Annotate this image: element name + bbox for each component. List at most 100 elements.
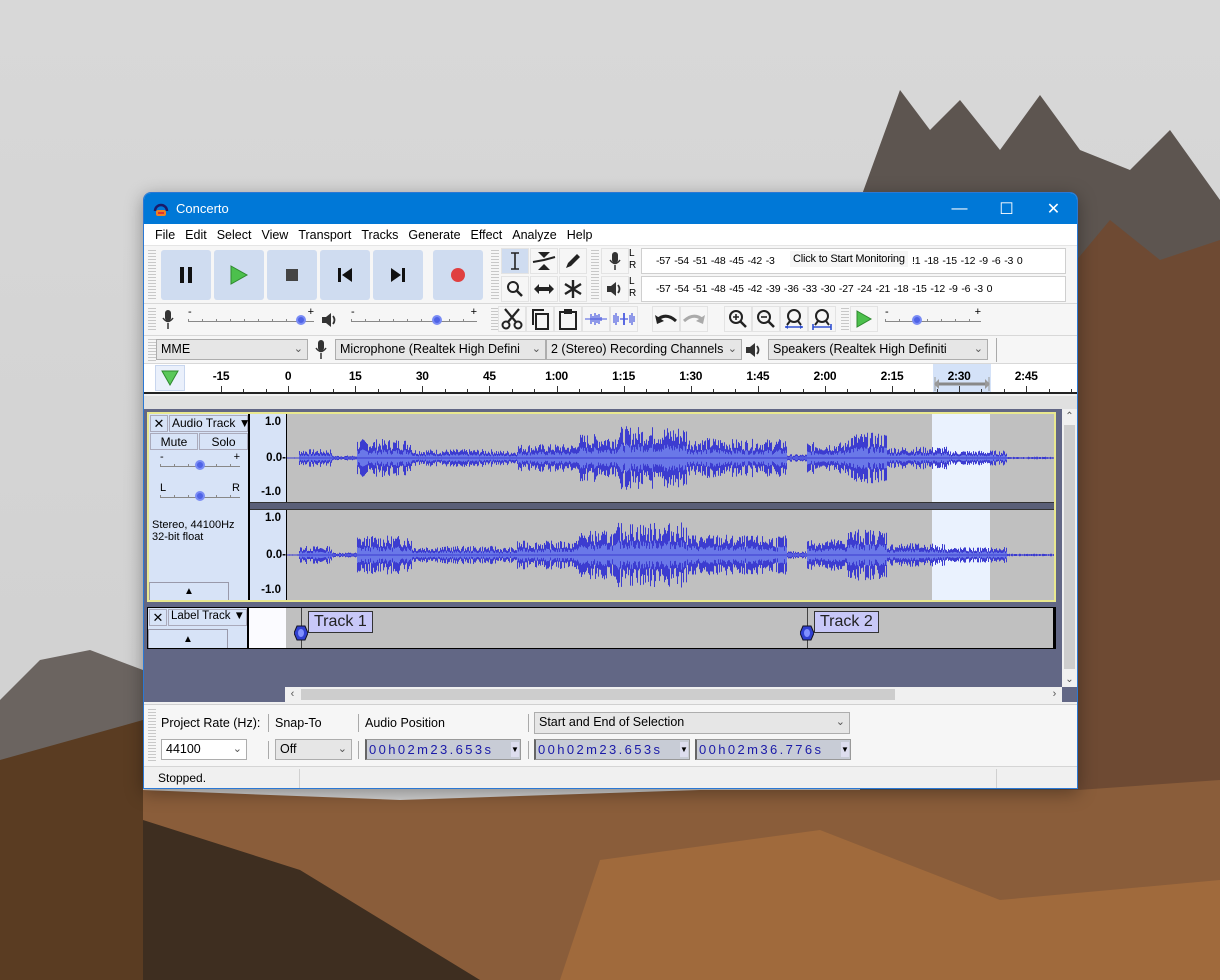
undo-button[interactable] (652, 306, 680, 332)
playback-meter[interactable]: LR -57 -54 -51 -48 -45 -42 -39 -36 -33 -… (629, 276, 1066, 302)
collapse-track-button[interactable]: ▲ (149, 582, 229, 600)
audio-host-select[interactable]: MME ⌄ (156, 339, 308, 360)
format-dropdown-icon[interactable]: ▼ (841, 742, 849, 757)
silence-audio-button[interactable] (610, 306, 638, 332)
selection-tool-button[interactable] (501, 248, 529, 274)
playback-meter-button[interactable] (601, 276, 629, 302)
zoom-in-button[interactable] (724, 306, 752, 332)
scrollbar-thumb[interactable] (1064, 425, 1075, 669)
menu-file[interactable]: File (150, 228, 180, 242)
record-meter-button[interactable] (601, 248, 629, 274)
slider-thumb[interactable] (296, 315, 307, 325)
scrollbar-thumb[interactable] (301, 689, 895, 700)
stop-button[interactable] (267, 250, 317, 300)
slider-thumb[interactable] (911, 315, 922, 325)
menu-effect[interactable]: Effect (466, 228, 508, 242)
envelope-tool-button[interactable] (530, 248, 558, 274)
menu-edit[interactable]: Edit (180, 228, 212, 242)
format-dropdown-icon[interactable]: ▼ (511, 742, 519, 757)
scroll-right-icon[interactable]: › (1047, 687, 1062, 702)
menu-help[interactable]: Help (562, 228, 598, 242)
draw-tool-button[interactable] (559, 248, 587, 274)
project-rate-select[interactable]: 44100 ⌄ (161, 739, 247, 760)
copy-button[interactable] (526, 306, 554, 332)
toolbar-grip[interactable] (148, 250, 156, 300)
playback-device-select[interactable]: Speakers (Realtek High Definiti ⌄ (768, 339, 988, 360)
selection-start-field[interactable]: 00h02m23.653s ▼ (534, 739, 690, 760)
track-menu-button[interactable]: Audio Track ▼ (169, 415, 251, 432)
horizontal-scrollbar[interactable]: ‹ › (285, 687, 1062, 702)
playback-volume-slider[interactable]: - + (351, 306, 477, 326)
record-volume-slider[interactable]: - + (188, 306, 314, 326)
menu-analyze[interactable]: Analyze (507, 228, 561, 242)
menu-select[interactable]: Select (212, 228, 257, 242)
scroll-up-icon[interactable]: ⌃ (1062, 409, 1077, 424)
fit-selection-button[interactable] (780, 306, 808, 332)
zoom-tool-button[interactable] (501, 276, 529, 302)
selection-mode-select[interactable]: Start and End of Selection ⌄ (534, 712, 850, 734)
toolbar-grip[interactable] (148, 308, 156, 332)
pan-slider[interactable]: L R (160, 482, 240, 502)
tracks-area[interactable]: ✕ Audio Track ▼ Mute Solo - + L R Stereo… (144, 409, 1062, 687)
slider-thumb[interactable] (195, 460, 205, 470)
recording-device-select[interactable]: Microphone (Realtek High Defini ⌄ (335, 339, 546, 360)
scroll-left-icon[interactable]: ‹ (285, 687, 300, 702)
vertical-scrollbar[interactable]: ⌃ ⌄ (1062, 409, 1077, 687)
zoom-out-button[interactable] (752, 306, 780, 332)
minimize-button[interactable]: — (936, 193, 983, 224)
toolbar-grip[interactable] (591, 250, 599, 300)
slider-thumb[interactable] (431, 315, 442, 325)
play-button[interactable] (214, 250, 264, 300)
timeline-ruler[interactable]: -15 0 15 30 45 1:00 1:15 1:30 1:45 2:00 2:15 2:30 2:… (144, 364, 1077, 394)
snap-to-select[interactable]: Off ⌄ (275, 739, 352, 760)
menu-generate[interactable]: Generate (403, 228, 465, 242)
skip-to-end-button[interactable] (373, 250, 423, 300)
menu-transport[interactable]: Transport (293, 228, 356, 242)
label-track-1[interactable]: Track 1 (308, 611, 373, 633)
paste-button[interactable] (554, 306, 582, 332)
redo-button[interactable] (680, 306, 708, 332)
play-at-speed-slider[interactable]: - + (885, 306, 981, 326)
audio-track[interactable]: ✕ Audio Track ▼ Mute Solo - + L R Stereo… (147, 412, 1056, 602)
solo-button[interactable]: Solo (199, 433, 248, 450)
waveform-right-channel[interactable] (287, 510, 1054, 600)
collapse-track-button[interactable]: ▲ (148, 629, 228, 648)
track-close-button[interactable]: ✕ (149, 609, 167, 626)
cut-button[interactable] (498, 306, 526, 332)
gain-slider[interactable]: - + (160, 451, 240, 471)
play-at-speed-button[interactable] (850, 306, 878, 332)
start-monitoring-button[interactable]: Click to Start Monitoring (790, 251, 908, 267)
label-handle-icon[interactable] (294, 624, 308, 642)
toolbar-grip[interactable] (841, 308, 849, 332)
mute-button[interactable]: Mute (150, 433, 198, 450)
menu-view[interactable]: View (256, 228, 293, 242)
record-meter[interactable]: LR -57 -54 -51 -48 -45 -42 -3 Click to S… (629, 248, 1066, 274)
pause-button[interactable] (161, 250, 211, 300)
label-handle-icon[interactable] (800, 624, 814, 642)
toolbar-grip[interactable] (148, 339, 156, 361)
audio-position-field[interactable]: 00h02m23.653s ▼ (365, 739, 521, 760)
timeline-options-button[interactable] (155, 365, 185, 391)
recording-channels-select[interactable]: 2 (Stereo) Recording Channels ⌄ (546, 339, 742, 360)
format-dropdown-icon[interactable]: ▼ (680, 742, 688, 757)
label-track-area[interactable]: Track 1 Track 2 (286, 608, 1053, 648)
scroll-down-icon[interactable]: ⌄ (1062, 672, 1077, 687)
track-menu-button[interactable]: Label Track ▼ (168, 609, 247, 626)
skip-to-start-button[interactable] (320, 250, 370, 300)
maximize-button[interactable]: ☐ (983, 193, 1030, 224)
trim-audio-button[interactable] (582, 306, 610, 332)
toolbar-grip[interactable] (148, 709, 156, 763)
multi-tool-button[interactable] (559, 276, 587, 302)
toolbar-grip[interactable] (491, 250, 499, 300)
channel-separator[interactable] (250, 502, 1054, 510)
label-track-2[interactable]: Track 2 (814, 611, 879, 633)
close-button[interactable]: ✕ (1030, 193, 1077, 224)
track-close-button[interactable]: ✕ (150, 415, 168, 432)
record-button[interactable] (433, 250, 483, 300)
label-track[interactable]: ✕ Label Track ▼ ▲ Track 1 Track 2 (147, 607, 1056, 649)
fit-project-button[interactable] (808, 306, 836, 332)
time-shift-tool-button[interactable] (530, 276, 558, 302)
waveform-left-channel[interactable] (287, 414, 1054, 502)
selection-end-field[interactable]: 00h02m36.776s ▼ (695, 739, 851, 760)
slider-thumb[interactable] (195, 491, 205, 501)
